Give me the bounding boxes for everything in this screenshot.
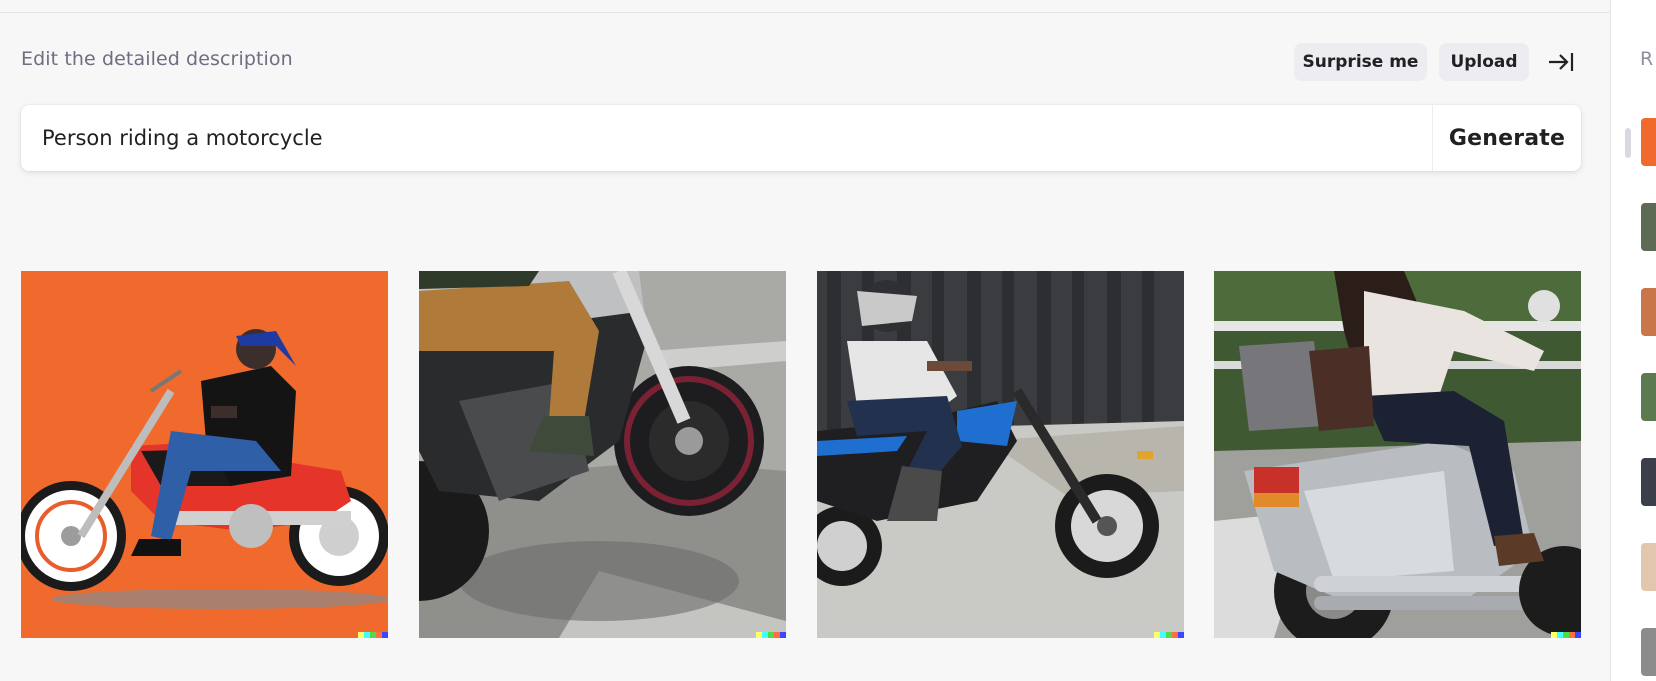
history-thumb[interactable] — [1641, 203, 1656, 251]
surprise-me-button[interactable]: Surprise me — [1294, 43, 1427, 81]
results-grid — [21, 271, 1581, 638]
history-thumb[interactable] — [1641, 118, 1656, 166]
history-scrollbar[interactable] — [1625, 128, 1631, 158]
history-panel: R — [1610, 0, 1656, 681]
result-image-4[interactable] — [1214, 271, 1581, 638]
result-image-3[interactable] — [817, 271, 1184, 638]
editor-main: Edit the detailed description Surprise m… — [0, 0, 1610, 681]
history-thumb[interactable] — [1641, 288, 1656, 336]
history-thumb[interactable] — [1641, 628, 1656, 676]
result-image-2[interactable] — [419, 271, 786, 638]
signature-strip — [1154, 632, 1184, 638]
section-label: Edit the detailed description — [21, 48, 293, 70]
history-panel-title: R — [1640, 48, 1654, 70]
signature-strip — [756, 632, 786, 638]
illustration-orange-motorcycle-image — [21, 271, 388, 638]
photo-blue-motorcycle-image — [817, 271, 1184, 638]
photo-woman-silver-motorcycle-image — [1214, 271, 1581, 638]
signature-strip — [1551, 632, 1581, 638]
prompt-input[interactable]: Person riding a motorcycle — [21, 105, 1432, 171]
signature-strip — [358, 632, 388, 638]
result-image-1[interactable] — [21, 271, 388, 638]
history-thumb[interactable] — [1641, 458, 1656, 506]
prompt-box: Person riding a motorcycle Generate — [21, 105, 1581, 171]
history-thumb[interactable] — [1641, 543, 1656, 591]
generate-button[interactable]: Generate — [1432, 105, 1581, 171]
history-thumb[interactable] — [1641, 373, 1656, 421]
arrow-right-to-bar-icon[interactable] — [1545, 46, 1577, 78]
top-divider — [0, 0, 1610, 13]
photo-motorcycle-closeup-image — [419, 271, 786, 638]
upload-button[interactable]: Upload — [1439, 43, 1529, 81]
